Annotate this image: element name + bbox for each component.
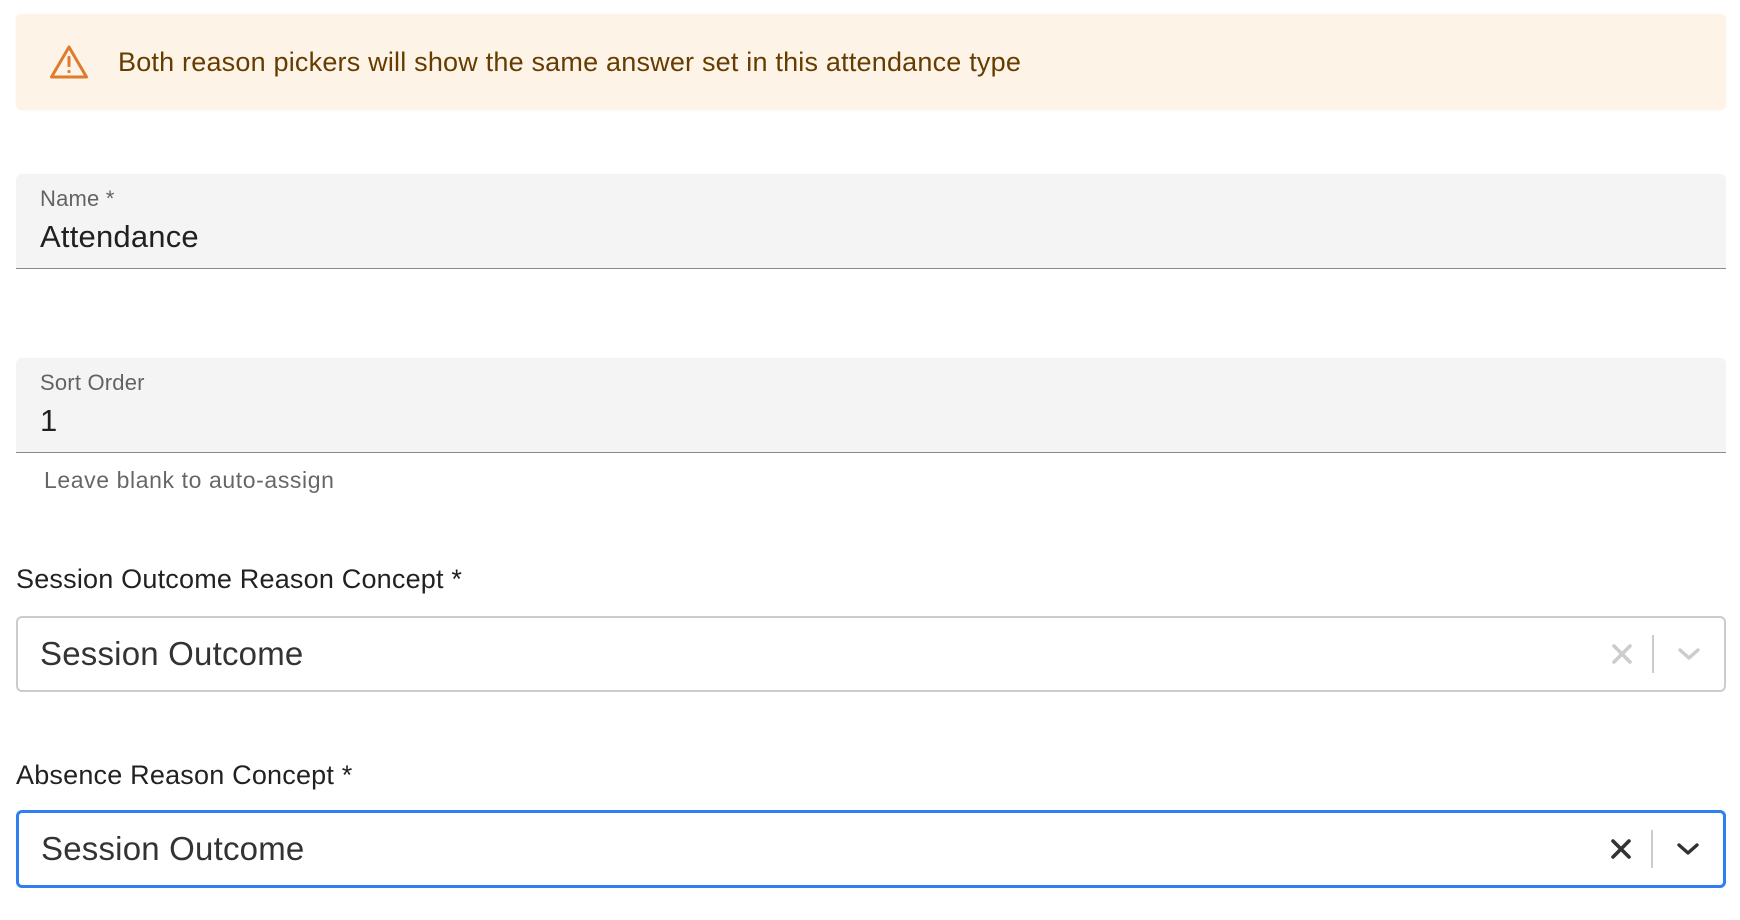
session-outcome-select[interactable]: Session Outcome xyxy=(16,616,1726,692)
absence-reason-indicators xyxy=(1591,813,1723,885)
name-field[interactable]: Name * xyxy=(16,174,1726,269)
sort-order-field-label: Sort Order xyxy=(40,370,145,395)
chevron-down-icon[interactable] xyxy=(1653,813,1723,885)
name-field-label: Name * xyxy=(40,186,115,211)
sort-order-field[interactable]: Sort Order xyxy=(16,358,1726,453)
chevron-down-icon[interactable] xyxy=(1654,618,1724,690)
name-input[interactable] xyxy=(40,219,1640,255)
absence-reason-select-label: Absence Reason Concept * xyxy=(16,760,353,790)
session-outcome-select-label: Session Outcome Reason Concept * xyxy=(16,564,463,594)
session-outcome-indicators xyxy=(1592,618,1724,690)
warning-message: Both reason pickers will show the same a… xyxy=(118,46,1022,77)
attendance-type-form: Both reason pickers will show the same a… xyxy=(16,14,1726,888)
close-icon[interactable] xyxy=(1592,618,1652,690)
warning-alert: Both reason pickers will show the same a… xyxy=(16,14,1726,110)
absence-reason-selected-value: Session Outcome xyxy=(41,830,305,867)
warning-icon xyxy=(48,43,90,81)
sort-order-input[interactable] xyxy=(40,403,1640,439)
session-outcome-selected-value: Session Outcome xyxy=(40,635,304,672)
close-icon[interactable] xyxy=(1591,813,1651,885)
absence-reason-select[interactable]: Session Outcome xyxy=(16,810,1726,888)
sort-order-helper-text: Leave blank to auto-assign xyxy=(44,467,335,493)
